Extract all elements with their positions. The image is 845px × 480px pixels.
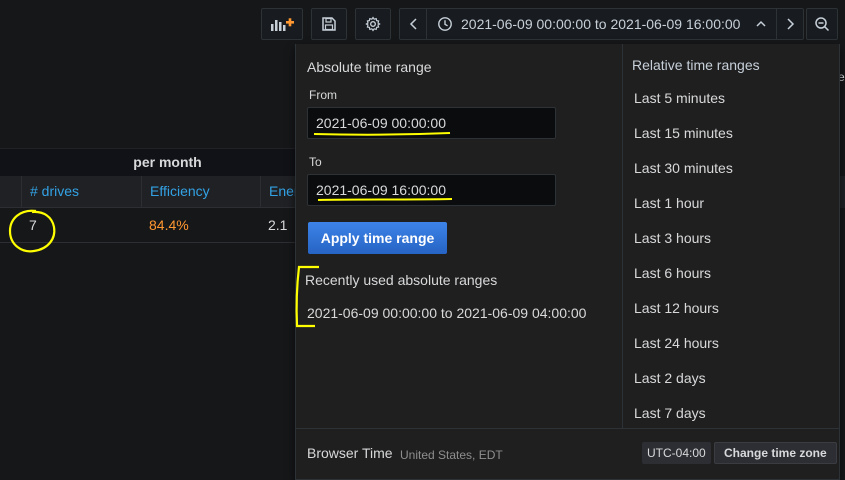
gear-icon [365,16,381,32]
column-header-efficiency[interactable]: Efficiency [141,176,260,208]
table-group-header: per month [0,148,295,176]
from-label: From [309,88,337,102]
time-shift-forward-button[interactable] [776,8,804,40]
time-range-label: 2021-06-09 00:00:00 to 2021-06-09 16:00:… [461,16,741,32]
relative-range-item[interactable]: Last 2 days [634,363,834,393]
relative-range-item[interactable]: Last 3 hours [634,223,834,253]
chevron-up-icon [756,20,766,28]
cell-energy: 2.1 k [268,217,288,233]
time-shift-back-button[interactable] [399,8,427,40]
relative-range-item[interactable]: Last 6 hours [634,258,834,288]
browser-time-label: Browser Time [307,445,393,461]
time-zone-description: United States, EDT [400,448,503,462]
absolute-range-pane: Absolute time range From To Apply time r… [295,44,622,428]
to-label: To [309,155,322,169]
time-range-picker-button[interactable]: 2021-06-09 00:00:00 to 2021-06-09 16:00:… [426,8,777,40]
chevron-left-icon [409,18,419,30]
zoom-out-icon [814,16,830,32]
clock-icon [437,16,453,32]
dashboard-settings-button[interactable] [355,8,391,40]
bar-chart-plus-icon [269,16,295,32]
column-header-energy[interactable]: Ener [260,176,295,208]
from-input[interactable] [307,107,556,139]
relative-range-title: Relative time ranges [632,57,760,73]
table-header-spacer [0,176,21,208]
column-header-drives[interactable]: # drives [21,176,141,208]
relative-range-item[interactable]: Last 1 hour [634,188,834,218]
time-zone-footer: Browser Time United States, EDT UTC-04:0… [296,428,840,480]
chevron-right-icon [785,18,795,30]
to-input[interactable] [307,174,556,206]
cell-efficiency: 84.4% [149,217,189,233]
relative-range-item[interactable]: Last 15 minutes [634,118,834,148]
table-header-row: # drives Efficiency Ener [0,176,295,208]
floppy-disk-icon [321,16,337,32]
table-row: 7 84.4% 2.1 k [0,208,295,243]
apply-time-range-button[interactable]: Apply time range [308,222,447,254]
relative-range-item[interactable]: Last 5 minutes [634,83,834,113]
utc-offset-badge: UTC-04:00 [642,442,711,464]
recent-range-item[interactable]: 2021-06-09 00:00:00 to 2021-06-09 04:00:… [307,305,586,321]
save-dashboard-button[interactable] [311,8,347,40]
recent-ranges-title: Recently used absolute ranges [305,272,498,288]
absolute-range-title: Absolute time range [307,59,432,75]
relative-range-item[interactable]: Last 7 days [634,398,834,428]
time-picker-dropdown: Absolute time range From To Apply time r… [295,44,840,480]
relative-range-item[interactable]: Last 12 hours [634,293,834,323]
add-panel-button[interactable] [261,8,303,40]
relative-range-item[interactable]: Last 24 hours [634,328,834,358]
zoom-out-button[interactable] [806,8,838,40]
relative-range-item[interactable]: Last 30 minutes [634,153,834,183]
cell-drives: 7 [29,217,37,233]
relative-range-pane: Relative time ranges Last 5 minutes Last… [622,44,840,428]
change-time-zone-button[interactable]: Change time zone [714,442,837,464]
